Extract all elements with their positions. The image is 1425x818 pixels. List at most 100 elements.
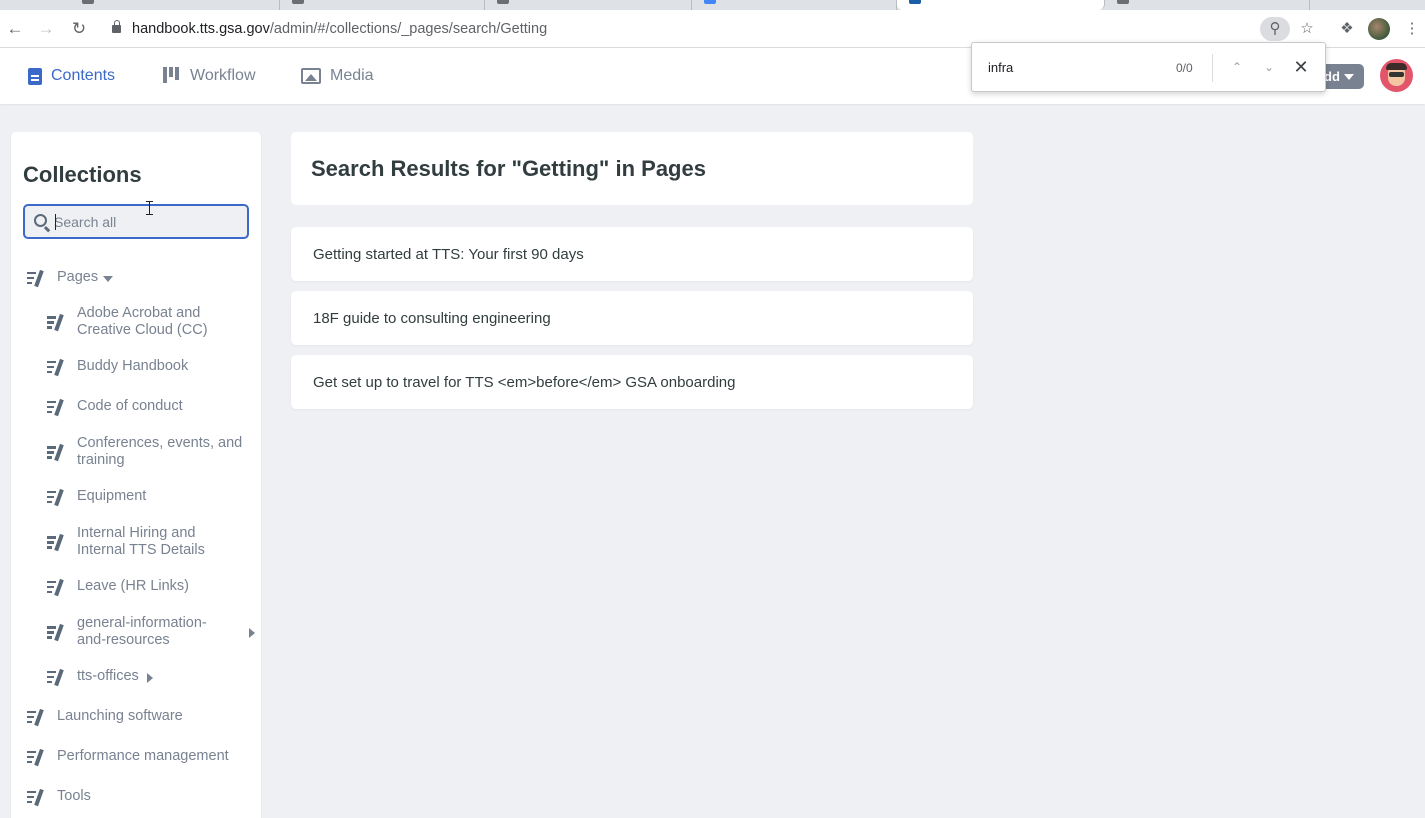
collections-sidebar: Collections Pages Adobe Acrobat and Crea…	[11, 132, 261, 818]
sidebar-item-label: Tools	[57, 788, 91, 804]
tab-favicon-icon	[82, 0, 94, 4]
collection-icon	[47, 358, 65, 376]
nav-workflow[interactable]: Workflow	[163, 48, 256, 104]
search-icon	[34, 214, 47, 227]
nav-media-label: Media	[330, 67, 374, 84]
search-result-card[interactable]: 18F guide to consulting engineering	[291, 291, 973, 345]
sidebar-subitem[interactable]: general-information-and-resources	[47, 615, 247, 649]
collection-icon	[47, 488, 65, 506]
nav-media[interactable]: Media	[301, 48, 374, 104]
collection-icon	[47, 623, 65, 642]
extensions-puzzle-icon[interactable]: ❖	[1335, 17, 1359, 41]
nav-contents[interactable]: Contents	[28, 48, 115, 104]
chevron-down-icon	[1343, 74, 1354, 80]
collection-icon	[27, 708, 45, 726]
search-results-header: Search Results for "Getting" in Pages	[291, 132, 973, 205]
document-icon	[28, 67, 42, 85]
tab-favicon-icon	[909, 0, 921, 4]
sidebar-subitem-label: Buddy Handbook	[77, 358, 189, 374]
lock-icon	[112, 20, 121, 33]
forward-arrow-icon[interactable]: →	[35, 18, 57, 40]
address-bar[interactable]: handbook.tts.gsa.gov/admin/#/collections…	[112, 19, 547, 39]
url-path: /admin/#/collections/_pages/search/Getti…	[269, 21, 548, 37]
collection-icon	[47, 668, 65, 686]
sidebar-subitem[interactable]: Conferences, events, and training	[47, 435, 257, 469]
collection-icon	[27, 269, 45, 287]
find-previous-chevron-up-icon[interactable]: ⌃	[1226, 56, 1248, 78]
sidebar-subitem[interactable]: Leave (HR Links)	[47, 578, 190, 596]
find-match-count: 0/0	[1176, 61, 1193, 75]
tab-favicon-icon	[292, 0, 304, 4]
nav-workflow-label: Workflow	[190, 67, 256, 84]
collection-icon	[47, 398, 65, 416]
search-result-card[interactable]: Getting started at TTS: Your first 90 da…	[291, 227, 973, 281]
find-next-chevron-down-icon[interactable]: ⌄	[1258, 56, 1280, 78]
mouse-ibeam-cursor-icon	[146, 201, 153, 215]
find-input[interactable]: infra	[988, 60, 1013, 75]
close-icon[interactable]: ✕	[1290, 56, 1312, 78]
bookmark-star-icon[interactable]: ☆	[1295, 17, 1319, 41]
sidebar-subitem-label: tts-offices	[77, 668, 139, 684]
page-title: Search Results for "Getting" in Pages	[311, 156, 706, 181]
sidebar-item-tools[interactable]: Tools	[27, 788, 91, 806]
browser-tab-active[interactable]	[897, 0, 1105, 10]
sidebar-subitem[interactable]: tts-offices	[47, 668, 153, 686]
browser-tab-strip	[0, 0, 1425, 10]
caret-down-icon	[103, 275, 114, 282]
search-result-title: 18F guide to consulting engineering	[313, 310, 551, 327]
caret-right-icon[interactable]	[249, 628, 255, 638]
browser-menu-icon[interactable]: ⋮	[1400, 17, 1424, 41]
collection-icon	[47, 443, 65, 462]
sidebar-subitem[interactable]: Buddy Handbook	[47, 358, 189, 376]
caret-right-icon	[146, 672, 153, 683]
find-in-page-bar: infra 0/0 ⌃ ⌄ ✕	[971, 42, 1326, 92]
search-field[interactable]	[23, 204, 249, 239]
divider	[1212, 54, 1213, 82]
search-result-title: Get set up to travel for TTS <em>before<…	[313, 374, 736, 391]
nav-contents-label: Contents	[51, 67, 116, 84]
browser-tab[interactable]	[485, 0, 692, 10]
search-input[interactable]	[54, 212, 239, 232]
sidebar-item-label: Launching software	[57, 708, 183, 724]
sidebar-subitem-label: Conferences, events, and training	[77, 435, 243, 468]
sidebar-subitem-label: Code of conduct	[77, 398, 183, 414]
search-result-card[interactable]: Get set up to travel for TTS <em>before<…	[291, 355, 973, 409]
tab-favicon-icon	[497, 0, 509, 4]
sidebar-subitem-label: Equipment	[77, 488, 147, 504]
browser-tab[interactable]	[1105, 0, 1310, 10]
sidebar-title: Collections	[23, 162, 142, 187]
collection-icon	[47, 533, 65, 552]
user-avatar[interactable]	[1380, 59, 1413, 92]
browser-tab[interactable]	[692, 0, 897, 10]
collection-icon	[47, 578, 65, 596]
sidebar-item-label: Performance management	[57, 748, 229, 764]
browser-tab[interactable]	[280, 0, 485, 10]
sidebar-subitem[interactable]: Code of conduct	[47, 398, 183, 416]
collection-icon	[27, 788, 45, 806]
sidebar-subitem-label: Internal Hiring and Internal TTS Details	[77, 525, 205, 558]
image-icon	[301, 68, 321, 84]
back-arrow-icon[interactable]: ←	[4, 18, 26, 40]
sidebar-subitem-label: general-information-and-resources	[77, 615, 207, 648]
quick-add-label: dd	[1324, 69, 1340, 84]
tab-favicon-icon	[1117, 0, 1129, 4]
workflow-board-icon	[163, 67, 181, 85]
sidebar-item-pages[interactable]: Pages	[27, 269, 114, 287]
text-caret	[55, 214, 56, 230]
sidebar-subitem[interactable]: Adobe Acrobat and Creative Cloud (CC)	[47, 305, 247, 339]
sidebar-subitem[interactable]: Equipment	[47, 488, 147, 506]
browser-profile-avatar[interactable]	[1368, 18, 1390, 40]
sidebar-item-label: Pages	[57, 269, 99, 285]
find-in-page-icon[interactable]: ⚲	[1260, 17, 1290, 41]
sidebar-item-performance-management[interactable]: Performance management	[27, 748, 229, 766]
reload-icon[interactable]: ↻	[68, 18, 90, 40]
browser-tab[interactable]	[70, 0, 280, 10]
sidebar-subitem-label: Adobe Acrobat and Creative Cloud (CC)	[77, 305, 208, 338]
collection-icon	[27, 748, 45, 766]
sidebar-subitem[interactable]: Internal Hiring and Internal TTS Details	[47, 525, 247, 559]
tab-favicon-icon	[704, 0, 716, 4]
sidebar-item-launching-software[interactable]: Launching software	[27, 708, 183, 726]
collection-icon	[47, 313, 65, 332]
url-host: handbook.tts.gsa.gov	[132, 21, 270, 37]
sidebar-subitem-label: Leave (HR Links)	[77, 578, 190, 594]
